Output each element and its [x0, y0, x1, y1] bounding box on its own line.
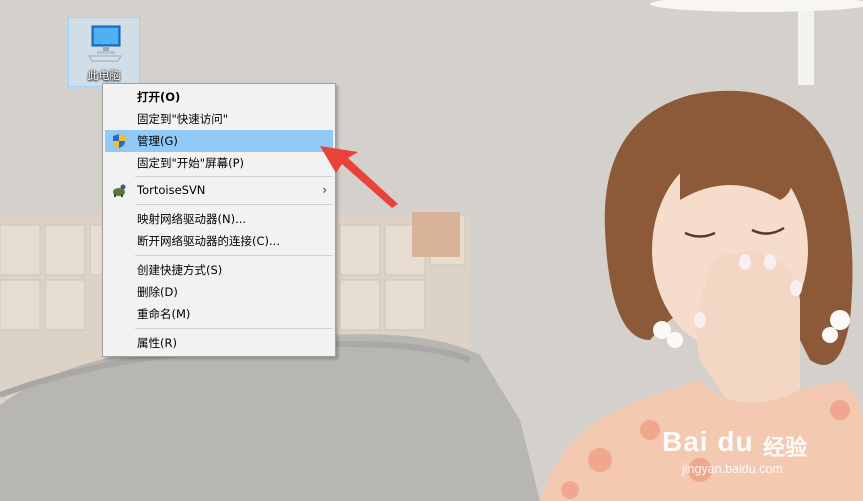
- menu-item-label: 映射网络驱动器(N)...: [137, 212, 247, 226]
- menu-item-open[interactable]: 打开(O): [105, 86, 333, 108]
- menu-item-disconnect-network-drive[interactable]: 断开网络驱动器的连接(C)...: [105, 230, 333, 252]
- baidu-logo: Bai du: [662, 426, 754, 457]
- this-pc-desktop-icon[interactable]: 此电脑: [68, 17, 140, 87]
- menu-item-manage[interactable]: 管理(G): [105, 130, 333, 152]
- menu-separator: [135, 204, 333, 205]
- menu-separator: [135, 328, 333, 329]
- menu-item-label: 创建快捷方式(S): [137, 263, 223, 277]
- menu-separator: [135, 176, 333, 177]
- menu-item-label: 删除(D): [137, 285, 178, 299]
- menu-item-map-network-drive[interactable]: 映射网络驱动器(N)...: [105, 208, 333, 230]
- context-menu: 打开(O) 固定到"快速访问" 管理(G) 固定到"开始"屏幕(P) Torto…: [102, 83, 336, 357]
- uac-shield-icon: [113, 134, 125, 148]
- menu-item-label: 固定到"快速访问": [137, 112, 229, 126]
- menu-item-label: 固定到"开始"屏幕(P): [137, 156, 244, 170]
- menu-item-rename[interactable]: 重命名(M): [105, 303, 333, 325]
- menu-item-label: 重命名(M): [137, 307, 191, 321]
- menu-item-pin-start[interactable]: 固定到"开始"屏幕(P): [105, 152, 333, 174]
- annotation-arrow-icon: [320, 146, 398, 208]
- tortoise-svn-icon: [113, 184, 126, 197]
- baidu-brand-text: 经验: [763, 436, 808, 461]
- watermark-url: jingyan.baidu.com: [682, 462, 783, 476]
- menu-item-label: TortoiseSVN: [137, 183, 206, 197]
- menu-item-properties[interactable]: 属性(R): [105, 332, 333, 354]
- menu-item-label: 断开网络驱动器的连接(C)...: [137, 234, 280, 248]
- menu-item-label: 打开(O): [137, 90, 181, 104]
- computer-icon: [88, 25, 122, 62]
- menu-item-create-shortcut[interactable]: 创建快捷方式(S): [105, 259, 333, 281]
- menu-item-pin-quick-access[interactable]: 固定到"快速访问": [105, 108, 333, 130]
- menu-item-label: 属性(R): [137, 336, 177, 350]
- menu-item-delete[interactable]: 删除(D): [105, 281, 333, 303]
- menu-item-tortoisesvn[interactable]: TortoiseSVN ›: [105, 179, 333, 201]
- menu-separator: [135, 255, 333, 256]
- menu-item-label: 管理(G): [137, 134, 178, 148]
- this-pc-label: 此电脑: [87, 69, 121, 82]
